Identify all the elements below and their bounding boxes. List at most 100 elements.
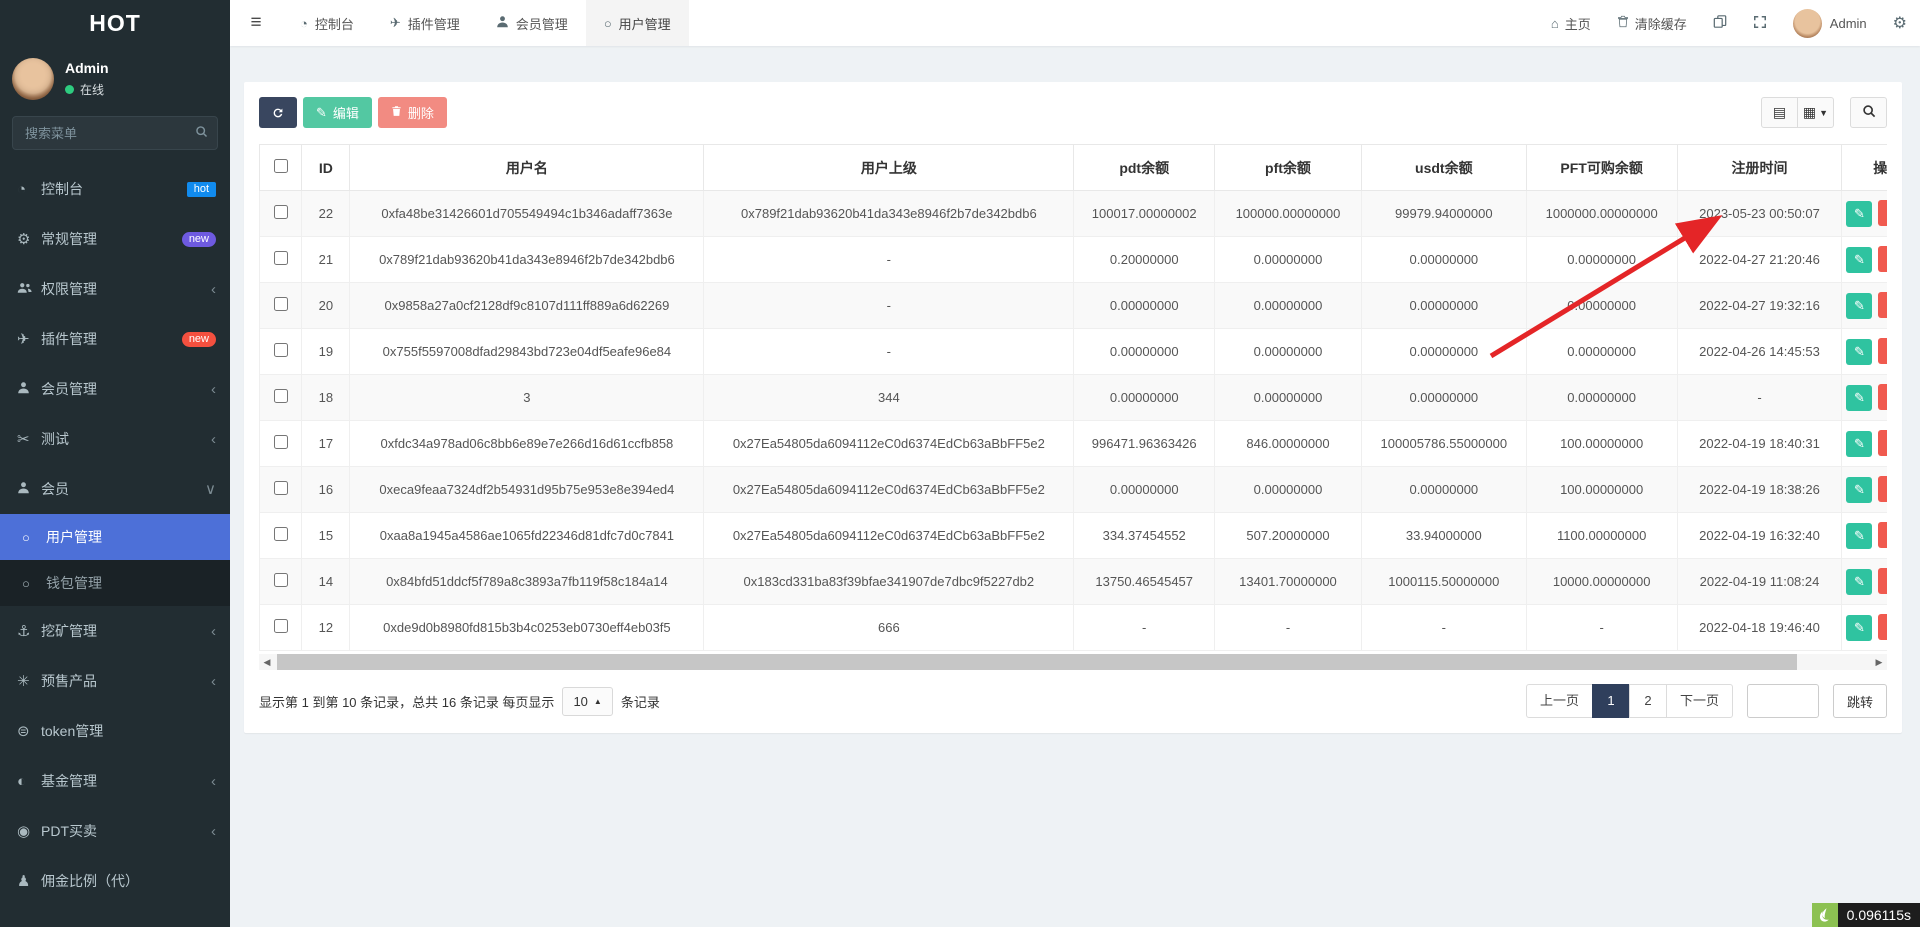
column-header[interactable]: usdt余额 <box>1361 145 1526 191</box>
edit-button[interactable]: ✎ 编辑 <box>303 97 372 128</box>
row-delete-button[interactable] <box>1878 292 1887 318</box>
row-checkbox[interactable] <box>274 251 288 265</box>
column-header[interactable]: ID <box>302 145 350 191</box>
column-header[interactable]: 操作 <box>1842 145 1887 191</box>
jump-page-input[interactable] <box>1747 684 1819 718</box>
row-checkbox[interactable] <box>274 343 288 357</box>
column-header[interactable]: pft余额 <box>1215 145 1362 191</box>
cell-usdt: 0.00000000 <box>1361 283 1526 329</box>
row-edit-button[interactable]: ✎ <box>1846 477 1872 503</box>
row-delete-button[interactable] <box>1878 246 1887 272</box>
users-icon <box>17 281 41 298</box>
cell-id: 18 <box>302 375 350 421</box>
sidebar-item-label: PDT买卖 <box>41 821 211 841</box>
row-delete-button[interactable] <box>1878 200 1887 226</box>
clear-cache-link[interactable]: 清除缓存 <box>1604 0 1700 46</box>
scroll-right-icon[interactable]: ▶ <box>1871 654 1887 670</box>
sidebar-item-member-mgmt[interactable]: 会员管理‹ <box>0 364 230 414</box>
row-delete-button[interactable] <box>1878 476 1887 502</box>
column-header[interactable]: 注册时间 <box>1677 145 1842 191</box>
row-checkbox[interactable] <box>274 389 288 403</box>
fullscreen-button[interactable] <box>1740 0 1780 46</box>
row-delete-button[interactable] <box>1878 338 1887 364</box>
sidebar-item-auth[interactable]: 权限管理‹ <box>0 264 230 314</box>
sidebar-search-input[interactable] <box>12 116 218 150</box>
row-edit-button[interactable]: ✎ <box>1846 339 1872 365</box>
menu-toggle-icon[interactable]: ≡ <box>230 0 282 46</box>
row-delete-button[interactable] <box>1878 614 1887 640</box>
row-checkbox[interactable] <box>274 619 288 633</box>
row-edit-button[interactable]: ✎ <box>1846 431 1872 457</box>
page-button-1[interactable]: 1 <box>1592 684 1630 718</box>
row-checkbox[interactable] <box>274 481 288 495</box>
jump-button[interactable]: 跳转 <box>1833 684 1887 718</box>
sidebar-item-member[interactable]: 会员∨ <box>0 464 230 514</box>
row-edit-button[interactable]: ✎ <box>1846 293 1872 319</box>
next-page-button[interactable]: 下一页 <box>1666 684 1733 718</box>
row-delete-button[interactable] <box>1878 568 1887 594</box>
toggle-view-button[interactable]: ▤ <box>1761 97 1798 128</box>
cell-parent: 0x27Ea54805da6094112eC0d6374EdCb63aBbFF5… <box>704 467 1074 513</box>
sidebar-item-mining[interactable]: ⚓挖矿管理‹ <box>0 606 230 656</box>
row-delete-button[interactable] <box>1878 384 1887 410</box>
sidebar-item-pdt-trade[interactable]: ◉PDT买卖‹ <box>0 806 230 856</box>
scroll-left-icon[interactable]: ◀ <box>259 654 275 670</box>
sidebar-item-fund[interactable]: ◐基金管理‹ <box>0 756 230 806</box>
page-size-dropdown[interactable]: 10 ▲ <box>562 687 612 716</box>
column-header[interactable]: 用户上级 <box>704 145 1074 191</box>
tab-addon[interactable]: ✈插件管理 <box>372 0 478 46</box>
sidebar-item-commission[interactable]: ♟佣金比例（代） <box>0 856 230 906</box>
row-edit-button[interactable]: ✎ <box>1846 201 1872 227</box>
cell-username: 0x755f5597008dfad29843bd723e04df5eafe96e… <box>350 329 704 375</box>
submenu-member: ○用户管理○钱包管理 <box>0 514 230 606</box>
sidebar-item-test[interactable]: ✂测试‹ <box>0 414 230 464</box>
row-edit-button[interactable]: ✎ <box>1846 615 1872 641</box>
column-header[interactable]: 用户名 <box>350 145 704 191</box>
tab-member[interactable]: 会员管理 <box>478 0 586 46</box>
tab-user-mgmt[interactable]: ○用户管理 <box>586 0 689 46</box>
delete-button[interactable]: 删除 <box>378 97 447 128</box>
row-checkbox[interactable] <box>274 527 288 541</box>
row-delete-button[interactable] <box>1878 522 1887 548</box>
sidebar-item-general[interactable]: ⚙常规管理new <box>0 214 230 264</box>
circle-icon: ○ <box>604 16 612 31</box>
row-edit-button[interactable]: ✎ <box>1846 523 1872 549</box>
user-menu[interactable]: Admin <box>1780 0 1880 46</box>
column-header[interactable]: pdt余额 <box>1074 145 1215 191</box>
row-checkbox[interactable] <box>274 297 288 311</box>
sidebar-item-token[interactable]: ⊜token管理 <box>0 706 230 756</box>
row-edit-button[interactable]: ✎ <box>1846 385 1872 411</box>
columns-button[interactable]: ▦ ▼ <box>1797 97 1834 128</box>
horizontal-scrollbar[interactable]: ◀ ▶ <box>259 654 1887 670</box>
sidebar-item-addon[interactable]: ✈插件管理new <box>0 314 230 364</box>
refresh-button[interactable] <box>259 97 297 128</box>
sidebar-item-user-mgmt[interactable]: ○用户管理 <box>0 514 230 560</box>
nav-tabs: ◔控制台✈插件管理会员管理○用户管理 <box>282 0 689 46</box>
sidebar-item-label: 用户管理 <box>46 527 216 547</box>
column-header[interactable]: PFT可购余额 <box>1526 145 1677 191</box>
row-edit-button[interactable]: ✎ <box>1846 569 1872 595</box>
row-checkbox[interactable] <box>274 435 288 449</box>
cell-actions: ✎ <box>1842 375 1887 421</box>
select-all-checkbox[interactable] <box>274 159 288 173</box>
row-checkbox[interactable] <box>274 573 288 587</box>
page-button-2[interactable]: 2 <box>1629 684 1667 718</box>
row-checkbox[interactable] <box>274 205 288 219</box>
cell-parent: - <box>704 283 1074 329</box>
search-toggle-button[interactable] <box>1850 97 1887 128</box>
sidebar-item-wallet-mgmt[interactable]: ○钱包管理 <box>0 560 230 606</box>
cell-username: 0xfdc34a978ad06c8bb6e89e7e266d16d61ccfb8… <box>350 421 704 467</box>
copy-page-button[interactable] <box>1700 0 1740 46</box>
cell-parent: 344 <box>704 375 1074 421</box>
row-edit-button[interactable]: ✎ <box>1846 247 1872 273</box>
settings-button[interactable]: ⚙ <box>1880 0 1920 46</box>
tab-dashboard[interactable]: ◔控制台 <box>282 0 372 46</box>
sidebar-item-dashboard[interactable]: ◔控制台hot <box>0 164 230 214</box>
scrollbar-thumb[interactable] <box>277 654 1797 670</box>
cell-pft_buyable: 0.00000000 <box>1526 329 1677 375</box>
row-delete-button[interactable] <box>1878 430 1887 456</box>
cell-pft_buyable: 1000000.00000000 <box>1526 191 1677 237</box>
sidebar-item-presale[interactable]: ✳预售产品‹ <box>0 656 230 706</box>
home-link[interactable]: ⌂ 主页 <box>1538 0 1604 46</box>
prev-page-button[interactable]: 上一页 <box>1526 684 1593 718</box>
